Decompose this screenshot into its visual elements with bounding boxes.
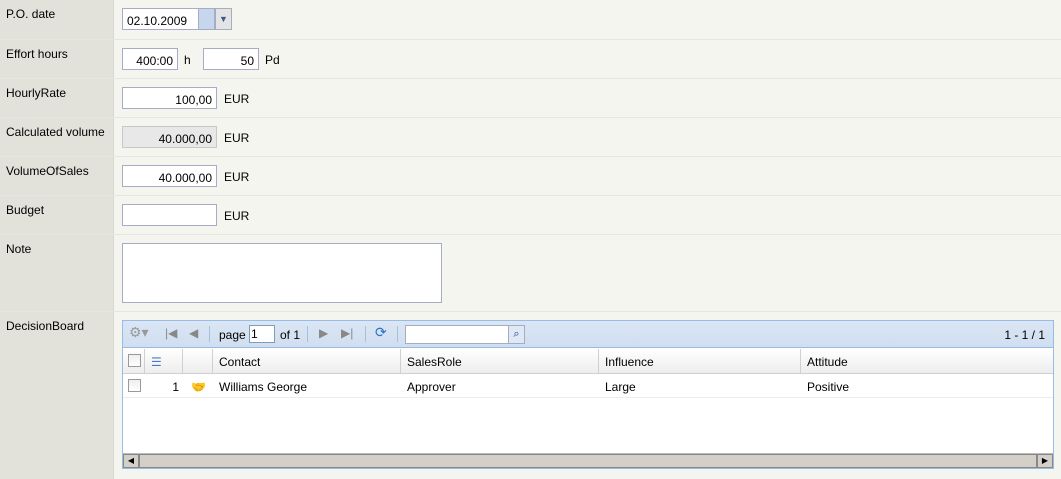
hourly-rate-label: HourlyRate	[0, 79, 114, 117]
effort-label: Effort hours	[0, 40, 114, 78]
grid-header: ☰ Contact SalesRole Influence Attitude	[123, 349, 1053, 374]
row-number-icon: ☰	[145, 349, 183, 373]
gear-icon[interactable]: ⚙▾	[129, 324, 149, 341]
cell-influence: Large	[605, 380, 636, 394]
decision-board-grid: ⚙▾ |◀ ◀ page of 1 ▶ ▶| ⟳ ⌕ 1 - 1 / 1 ☰ C…	[122, 320, 1054, 469]
budget-label: Budget	[0, 196, 114, 234]
volume-sales-label: VolumeOfSales	[0, 157, 114, 195]
eur-unit: EUR	[224, 131, 250, 145]
calc-volume-row: Calculated volume EUR	[0, 118, 1061, 157]
budget-row: Budget EUR	[0, 196, 1061, 235]
cell-attitude: Positive	[807, 380, 850, 394]
next-page-icon[interactable]: ▶	[319, 326, 328, 340]
volume-sales-input[interactable]	[122, 165, 217, 187]
grid-toolbar: ⚙▾ |◀ ◀ page of 1 ▶ ▶| ⟳ ⌕ 1 - 1 / 1	[123, 321, 1053, 348]
search-icon[interactable]: ⌕	[508, 325, 525, 344]
row-number: 1	[172, 380, 179, 394]
volume-sales-row: VolumeOfSales EUR	[0, 157, 1061, 196]
effort-row: Effort hours h Pd	[0, 40, 1061, 79]
effort-pd-input[interactable]	[203, 48, 259, 70]
refresh-icon[interactable]: ⟳	[375, 324, 387, 341]
note-textarea[interactable]	[122, 243, 442, 303]
horizontal-scrollbar[interactable]: ◀ ▶	[123, 453, 1053, 468]
note-row: Note	[0, 235, 1061, 312]
cell-salesrole: Approver	[407, 380, 456, 394]
of-pages-label: of 1	[280, 328, 301, 342]
hourly-rate-input[interactable]	[122, 87, 217, 109]
page-label: page	[219, 328, 246, 342]
decision-board-label: DecisionBoard	[0, 312, 114, 479]
column-contact[interactable]: Contact	[213, 349, 401, 373]
budget-input[interactable]	[122, 204, 217, 226]
eur-unit: EUR	[224, 92, 250, 106]
scroll-left-icon[interactable]: ◀	[123, 454, 139, 468]
page-input[interactable]	[249, 325, 275, 343]
hours-unit: h	[184, 53, 191, 67]
calc-volume-input	[122, 126, 217, 148]
effort-hours-input[interactable]	[122, 48, 178, 70]
column-attitude[interactable]: Attitude	[801, 349, 1053, 373]
scroll-right-icon[interactable]: ▶	[1037, 454, 1053, 468]
eur-unit: EUR	[224, 170, 250, 184]
calc-volume-label: Calculated volume	[0, 118, 114, 156]
po-date-row: P.O. date ▼	[0, 0, 1061, 40]
last-page-icon[interactable]: ▶|	[341, 326, 353, 340]
po-date-label: P.O. date	[0, 0, 114, 39]
cell-contact: Williams George	[219, 380, 308, 394]
table-row[interactable]: 1 🤝 Williams George Approver Large Posit…	[123, 374, 1053, 398]
chevron-down-icon[interactable]: ▼	[215, 8, 232, 30]
hourly-rate-row: HourlyRate EUR	[0, 79, 1061, 118]
handshake-icon: 🤝	[191, 380, 206, 394]
note-label: Note	[0, 235, 114, 311]
scroll-thumb[interactable]	[139, 454, 1037, 468]
pd-unit: Pd	[265, 53, 280, 67]
row-checkbox[interactable]	[128, 379, 141, 392]
record-count: 1 - 1 / 1	[1004, 328, 1045, 342]
column-influence[interactable]: Influence	[599, 349, 801, 373]
first-page-icon[interactable]: |◀	[165, 326, 177, 340]
calendar-icon[interactable]	[198, 8, 215, 30]
search-input[interactable]	[405, 325, 509, 344]
po-date-input[interactable]	[122, 8, 199, 30]
select-all-checkbox[interactable]	[128, 354, 141, 367]
prev-page-icon[interactable]: ◀	[189, 326, 198, 340]
column-salesrole[interactable]: SalesRole	[401, 349, 599, 373]
eur-unit: EUR	[224, 209, 250, 223]
